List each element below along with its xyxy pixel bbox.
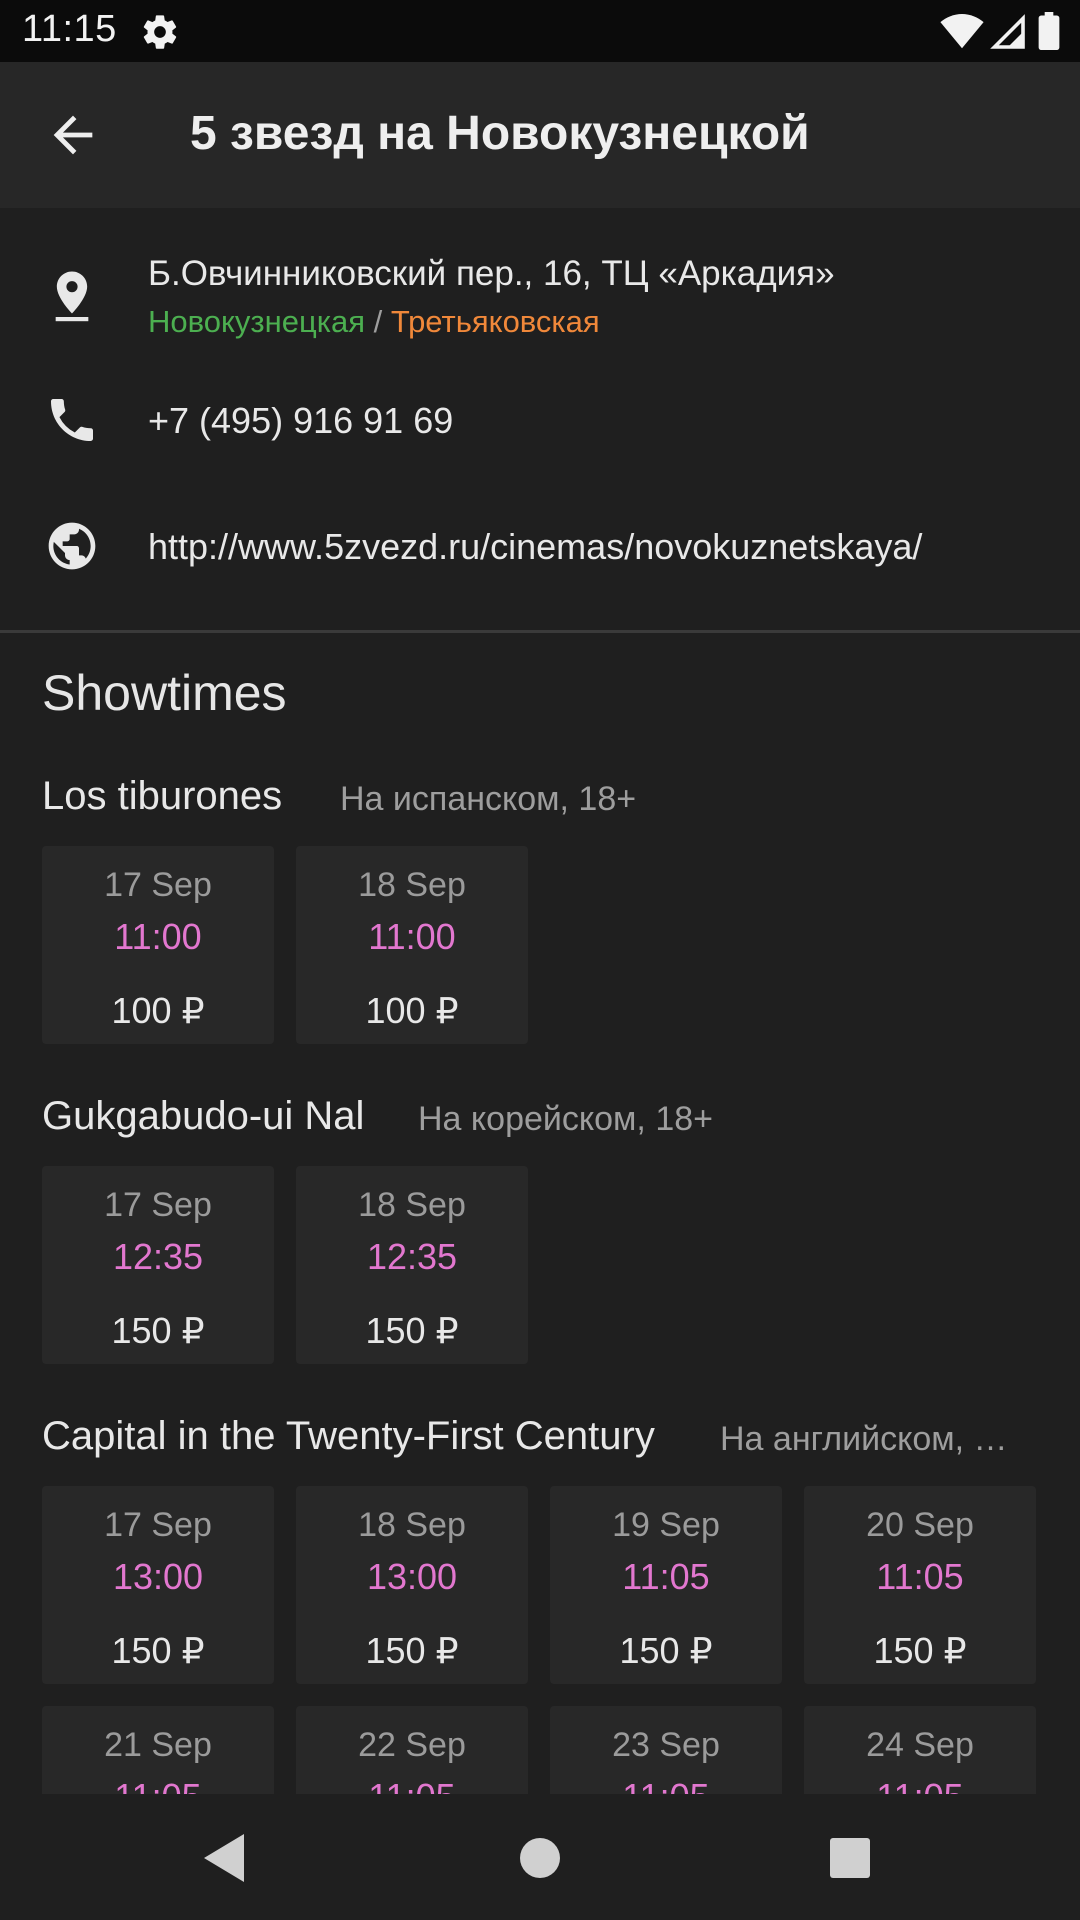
movie-title: Capital in the Twenty-First Century — [42, 1414, 655, 1458]
showtime-time: 11:05 — [550, 1776, 782, 1794]
showtime-card[interactable]: 18 Sep 12:35 150 ₽ — [296, 1166, 528, 1364]
showtime-price: 150 ₽ — [365, 1310, 459, 1351]
metro-stations: Новокузнецкая / Третьяковская — [148, 304, 600, 340]
showtime-card[interactable]: 18 Sep 13:00 150 ₽ — [296, 1486, 528, 1684]
showtime-time: 13:00 — [366, 1556, 458, 1597]
app-bar: 5 звезд на Новокузнецкой — [0, 62, 1080, 208]
showtime-date: 18 Sep — [358, 1186, 466, 1224]
showtime-price: 150 ₽ — [111, 1310, 205, 1351]
movie-meta: На корейском, 18+ — [418, 1100, 713, 1138]
scroll-clip-region: 21 Sep 11:05 22 Sep 11:05 23 Sep 11:05 2… — [0, 1690, 1080, 1794]
showtime-card[interactable]: 22 Sep 11:05 — [296, 1706, 528, 1794]
cinema-phone[interactable]: +7 (495) 916 91 69 — [148, 400, 453, 442]
showtime-time: 11:05 — [804, 1776, 1036, 1794]
showtime-card[interactable]: 19 Sep 11:05 150 ₽ — [550, 1486, 782, 1684]
globe-icon — [48, 522, 96, 570]
showtime-time: 12:35 — [366, 1236, 458, 1277]
cinema-website-link[interactable]: http://www.5zvezd.ru/cinemas/novokuznets… — [148, 526, 922, 568]
showtime-price: 150 ₽ — [111, 1630, 205, 1671]
gear-icon — [143, 15, 177, 49]
showtime-time: 12:35 — [112, 1236, 204, 1277]
showtime-date: 22 Sep — [358, 1726, 466, 1764]
showtime-date: 18 Sep — [358, 866, 466, 904]
metro-station-novokuznetskaya: Новокузнецкая — [148, 304, 365, 339]
nav-back-icon[interactable] — [204, 1834, 248, 1882]
showtime-time: 11:00 — [114, 916, 202, 957]
nav-home-icon[interactable] — [520, 1838, 560, 1878]
system-nav-bar — [0, 1794, 1080, 1920]
metro-station-tretyakovskaya: Третьяковская — [390, 304, 600, 339]
showtime-price: 150 ₽ — [873, 1630, 967, 1671]
showtime-card[interactable]: 18 Sep 11:00 100 ₽ — [296, 846, 528, 1044]
showtime-date: 20 Sep — [866, 1506, 974, 1544]
showtime-price: 100 ₽ — [111, 990, 205, 1031]
showtime-date: 24 Sep — [866, 1726, 974, 1764]
showtime-card[interactable]: 17 Sep 12:35 150 ₽ — [42, 1166, 274, 1364]
nav-recents-icon[interactable] — [830, 1838, 870, 1878]
showtime-date: 17 Sep — [104, 866, 212, 904]
showtime-card[interactable]: 21 Sep 11:05 — [42, 1706, 274, 1794]
showtime-date: 17 Sep — [104, 1186, 212, 1224]
status-time: 11:15 — [22, 8, 117, 50]
showtime-card[interactable]: 24 Sep 11:05 — [804, 1706, 1036, 1794]
cinema-address[interactable]: Б.Овчинниковский пер., 16, ТЦ «Аркадия» — [148, 254, 835, 294]
showtime-card[interactable]: 20 Sep 11:05 150 ₽ — [804, 1486, 1036, 1684]
section-divider — [0, 630, 1080, 633]
showtime-date: 19 Sep — [612, 1506, 720, 1544]
page-title: 5 звезд на Новокузнецкой — [190, 107, 810, 160]
showtime-date: 23 Sep — [612, 1726, 720, 1764]
location-pin-icon — [55, 271, 89, 322]
movie-title: Los tiburones — [42, 774, 283, 818]
movie-title: Gukgabudo-ui Nal — [42, 1094, 365, 1138]
showtime-date: 17 Sep — [104, 1506, 212, 1544]
showtime-card[interactable]: 23 Sep 11:05 — [550, 1706, 782, 1794]
showtime-time: 13:00 — [112, 1556, 204, 1597]
showtime-time: 11:05 — [622, 1556, 710, 1597]
showtime-card[interactable]: 17 Sep 11:00 100 ₽ — [42, 846, 274, 1044]
showtime-price: 150 ₽ — [619, 1630, 713, 1671]
showtime-time: 11:00 — [368, 916, 456, 957]
showtime-date: 21 Sep — [104, 1726, 212, 1764]
showtime-card[interactable]: 17 Sep 13:00 150 ₽ — [42, 1486, 274, 1684]
showtime-price: 150 ₽ — [365, 1630, 459, 1671]
showtimes-heading: Showtimes — [42, 665, 287, 721]
arrow-back-icon[interactable] — [44, 106, 102, 164]
battery-icon — [1038, 12, 1060, 50]
showtime-price: 100 ₽ — [365, 990, 459, 1031]
showtime-date: 18 Sep — [358, 1506, 466, 1544]
showtime-time: 11:05 — [876, 1556, 964, 1597]
metro-separator: / — [373, 304, 383, 339]
wifi-icon — [940, 14, 984, 49]
showtime-time: 11:05 — [296, 1776, 528, 1794]
movie-meta: На испанском, 18+ — [340, 780, 637, 818]
status-bar: 11:15 — [0, 0, 1080, 62]
cell-signal-icon — [990, 14, 1025, 49]
showtime-time: 11:05 — [42, 1776, 274, 1794]
phone-icon — [51, 399, 93, 441]
movie-meta: На английском, … — [720, 1420, 1008, 1458]
